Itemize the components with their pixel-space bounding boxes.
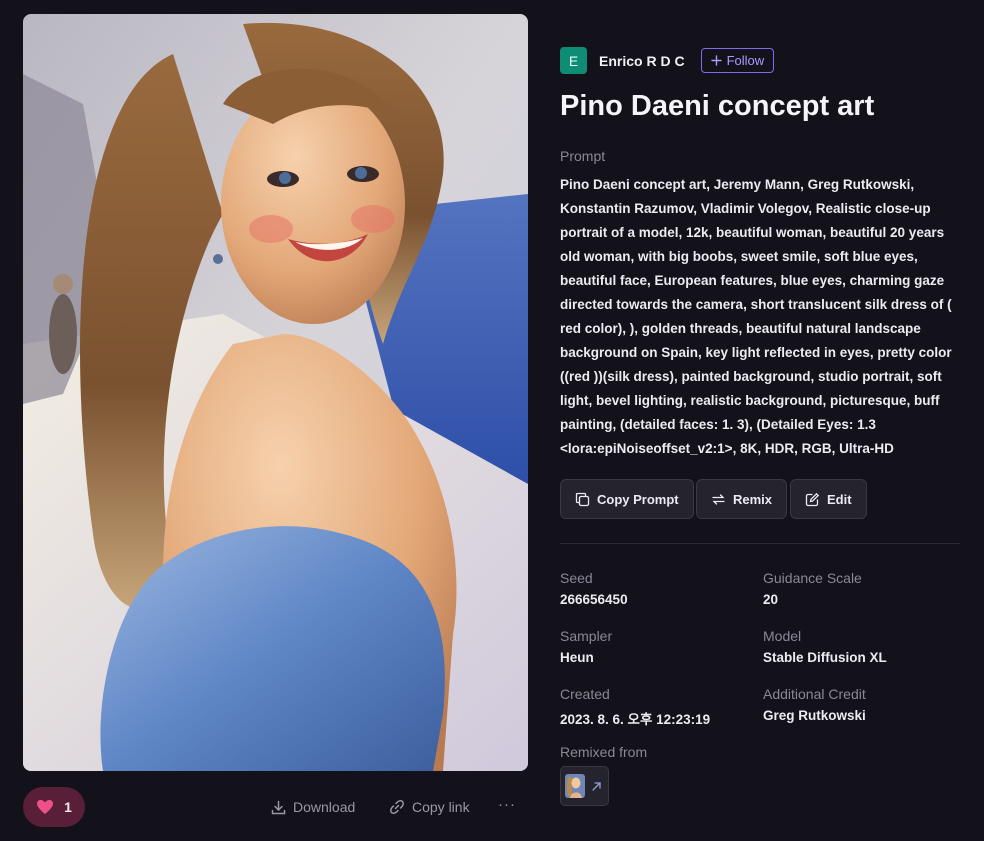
remixed-from-link[interactable]: [560, 766, 609, 806]
plus-icon: [710, 55, 722, 66]
seed-label: Seed: [560, 570, 593, 586]
copy-prompt-label: Copy Prompt: [597, 491, 679, 507]
remix-label: Remix: [733, 491, 773, 507]
follow-label: Follow: [726, 53, 765, 68]
generated-image[interactable]: [23, 14, 528, 771]
external-link-icon: [591, 781, 602, 792]
author-row: E Enrico R D C Follow: [560, 47, 775, 74]
remix-icon: [711, 492, 726, 507]
remix-button[interactable]: Remix: [696, 479, 788, 519]
prompt-text: Pino Daeni concept art, Jeremy Mann, Gre…: [560, 177, 952, 456]
model-value: Stable Diffusion XL: [763, 650, 887, 665]
copy-link-label: Copy link: [412, 799, 470, 815]
edit-button[interactable]: Edit: [790, 479, 867, 519]
additional-credit-value: Greg Rutkowski: [763, 708, 866, 723]
edit-label: Edit: [827, 491, 852, 507]
like-count: 1: [64, 799, 72, 815]
created-value: 2023. 8. 6. 오후 12:23:19: [560, 712, 711, 727]
remixed-from-label: Remixed from: [560, 744, 648, 760]
sampler-value: Heun: [560, 650, 594, 665]
remix-source-thumbnail: [565, 774, 585, 798]
like-button[interactable]: 1: [23, 787, 85, 827]
author-name[interactable]: Enrico R D C: [599, 53, 685, 69]
created-label: Created: [560, 686, 610, 702]
guidance-scale-value: 20: [763, 592, 779, 607]
download-button[interactable]: Download: [271, 796, 355, 818]
copy-prompt-button[interactable]: Copy Prompt: [560, 479, 694, 519]
guidance-scale-label: Guidance Scale: [763, 570, 862, 586]
download-label: Download: [293, 799, 356, 815]
more-icon[interactable]: ···: [498, 796, 516, 813]
download-icon: [271, 800, 286, 815]
heart-icon: [36, 799, 54, 815]
prompt-label: Prompt: [560, 148, 606, 164]
page-title: Pino Daeni concept art: [560, 90, 875, 122]
copy-link-button[interactable]: Copy link: [389, 796, 470, 818]
model-label: Model: [763, 628, 802, 644]
edit-icon: [805, 492, 820, 507]
link-icon: [389, 799, 405, 815]
follow-button[interactable]: Follow: [700, 48, 775, 73]
divider: [560, 543, 960, 544]
portrait-painting: [23, 14, 528, 771]
sampler-label: Sampler: [560, 628, 613, 644]
copy-icon: [575, 492, 590, 507]
avatar[interactable]: E: [560, 47, 587, 74]
additional-credit-label: Additional Credit: [763, 686, 866, 702]
seed-value: 266656450: [560, 592, 628, 607]
